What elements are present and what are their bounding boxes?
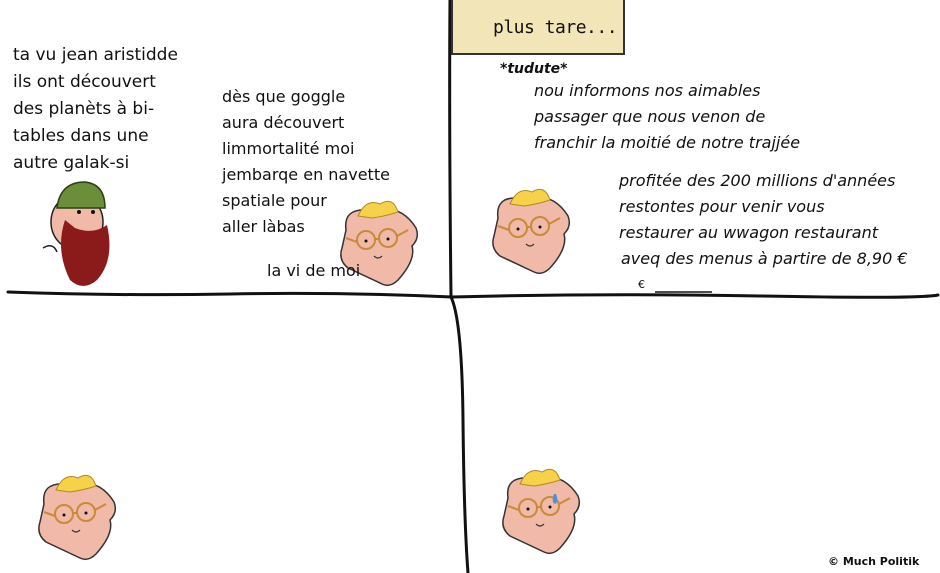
caption-text: plus tare... bbox=[493, 17, 618, 38]
announcement-part2: profitée des 200 millions d'années resto… bbox=[619, 168, 908, 272]
vertical-divider-bottom bbox=[449, 295, 470, 573]
announcement-line: restaurer au wwagon restaurant bbox=[619, 223, 879, 242]
announcement-part1: nou informons nos aimables passager que … bbox=[534, 78, 800, 156]
speech-line: ta vu jean aristidde bbox=[13, 45, 178, 65]
speech-line: dès que goggle bbox=[222, 87, 346, 106]
blond-character-panel5 bbox=[501, 468, 581, 555]
comic-strip: ta vu jean aristidde ils ont découvert d… bbox=[0, 0, 940, 573]
bearded-man-cap bbox=[56, 181, 106, 209]
speech-line: aura découvert bbox=[222, 113, 345, 132]
announcement-line: profitée des 200 millions d'années bbox=[619, 171, 896, 190]
announcement-line: nou informons nos aimables bbox=[534, 81, 761, 100]
stray-euro-mark: € bbox=[638, 278, 645, 291]
announcement-line: passager que nous venon de bbox=[534, 107, 766, 126]
panel2-speech: dès que goggle aura découvert limmortali… bbox=[222, 84, 390, 240]
credit-text: © Much Politik bbox=[828, 555, 920, 568]
speech-line: spatiale pour bbox=[222, 191, 327, 210]
speech-line: tables dans une bbox=[13, 126, 149, 146]
horizontal-divider-right bbox=[450, 293, 940, 299]
speech-line: autre galak-si bbox=[13, 153, 130, 173]
speech-line: jembarqe en navette bbox=[222, 165, 390, 184]
panel2-aside: la vi de moi bbox=[267, 261, 361, 280]
speech-line: des planèts à bi- bbox=[13, 99, 155, 119]
announcement-line: aveq des menus à partire de 8,90 € bbox=[621, 249, 908, 268]
caption-box: plus tare... bbox=[451, 0, 625, 55]
speech-line: limmortalité moi bbox=[222, 139, 355, 158]
blond-character-panel3 bbox=[491, 188, 571, 275]
bearded-man-character bbox=[42, 181, 110, 286]
sound-effect: *tudute* bbox=[500, 61, 568, 77]
panel1-speech: ta vu jean aristidde ils ont découvert d… bbox=[13, 42, 178, 177]
blond-character-panel4 bbox=[37, 474, 117, 561]
horizontal-divider-left bbox=[6, 290, 454, 299]
speech-line: aller làbas bbox=[222, 217, 305, 236]
announcement-line: franchir la moitié de notre trajjée bbox=[534, 133, 801, 152]
announcement-line: restontes pour venir vous bbox=[619, 197, 825, 216]
speech-line: ils ont découvert bbox=[13, 72, 156, 92]
